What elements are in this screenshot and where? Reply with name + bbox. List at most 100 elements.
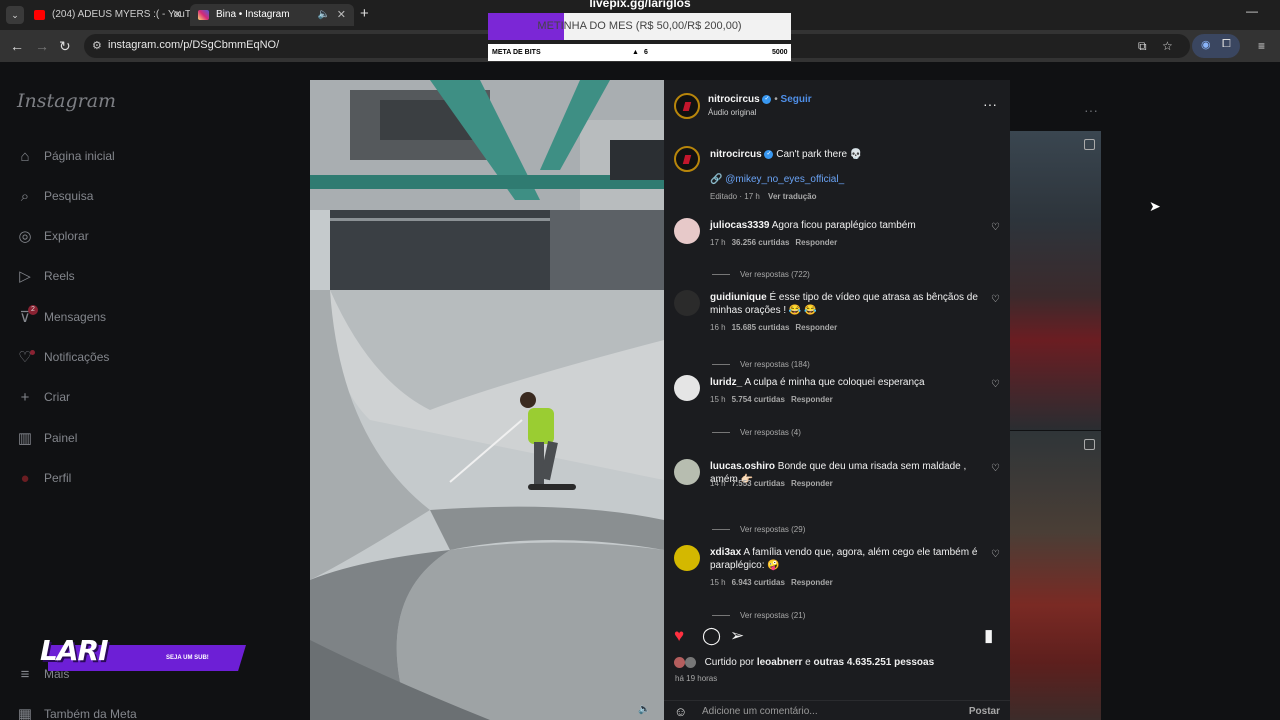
sidebar-item-label: Página inicial — [44, 149, 115, 163]
home-icon: ⌂ — [20, 147, 30, 165]
close-tab-icon[interactable]: ✕ — [337, 4, 346, 26]
save-bookmark-icon[interactable]: ▮ — [984, 626, 993, 646]
comment-likes[interactable]: 5.754 curtidas — [732, 395, 785, 404]
grid-post-thumbnail[interactable] — [1009, 131, 1101, 430]
comment-username[interactable]: juliocas3339 — [710, 220, 769, 231]
cast-icon[interactable]: ⧉ — [1138, 39, 1147, 54]
author-username[interactable]: nitrocircus — [708, 94, 760, 105]
commenter-avatar[interactable] — [674, 375, 700, 401]
comment-icon[interactable]: ◯ — [702, 626, 721, 646]
comment-like-icon[interactable]: ♡ — [991, 549, 1000, 560]
comment-likes[interactable]: 7.553 curtidas — [732, 479, 785, 488]
emoji-icon[interactable]: ☺ — [674, 704, 687, 719]
reply-button[interactable]: Responder — [791, 578, 833, 587]
reload-button[interactable]: ↻ — [59, 37, 71, 55]
reply-button[interactable]: Responder — [795, 323, 837, 332]
comment-likes[interactable]: 15.685 curtidas — [732, 323, 790, 332]
follow-button[interactable]: Seguir — [781, 94, 812, 105]
sidebar-item-create[interactable]: + Criar — [16, 386, 70, 408]
grid-post-thumbnail[interactable] — [1009, 431, 1101, 720]
post-comment-button[interactable]: Postar — [969, 706, 1000, 717]
comment-like-icon[interactable]: ♡ — [991, 463, 1000, 474]
more-options-icon[interactable]: ··· — [1084, 102, 1098, 118]
voice-icon[interactable]: ◉ — [1201, 38, 1211, 51]
comment-time: 15 h — [710, 578, 726, 587]
comment-like-icon[interactable]: ♡ — [991, 222, 1000, 233]
reply-button[interactable]: Responder — [791, 479, 833, 488]
see-translation-link[interactable]: Ver tradução — [768, 192, 816, 201]
liked-by-suffix: e — [805, 657, 811, 669]
minimize-button[interactable]: — — [1246, 4, 1258, 18]
reel-icon — [1084, 139, 1095, 150]
mention-link[interactable]: 🔗 @mikey_no_eyes_official_ — [710, 174, 844, 185]
tab-title: Bina • Instagram — [216, 9, 290, 20]
sidebar-item-search[interactable]: ⌕ Pesquisa — [16, 185, 94, 207]
view-replies-link[interactable]: Ver respostas (4) — [712, 428, 801, 437]
reply-button[interactable]: Responder — [791, 395, 833, 404]
sidebar-item-notifications[interactable]: ♡ Notificações — [16, 346, 109, 368]
comment-username[interactable]: luucas.oshiro — [710, 461, 775, 472]
comment-input[interactable]: Adicione um comentário... — [702, 706, 818, 717]
commenter-avatar[interactable] — [674, 218, 700, 244]
speaker-icon[interactable]: 🔈 — [318, 4, 330, 26]
likes-summary[interactable]: Curtido por leoabnerr e outras 4.635.251… — [674, 657, 934, 668]
like-heart-icon[interactable]: ♥ — [674, 626, 684, 646]
share-icon[interactable]: ➢ — [730, 626, 744, 646]
comment-likes[interactable]: 6.943 curtidas — [732, 578, 785, 587]
sidebar-item-dashboard[interactable]: ▥ Painel — [16, 427, 77, 449]
post-video[interactable]: 🔈 — [310, 80, 664, 720]
sidebar-item-reels[interactable]: ▷ Reels — [16, 265, 74, 287]
bookmark-star-icon[interactable]: ☆ — [1162, 39, 1173, 53]
link-icon: 🔗 — [710, 174, 723, 185]
more-options-icon[interactable]: ··· — [983, 96, 997, 112]
liked-by-others[interactable]: outras 4.635.251 pessoas — [814, 657, 935, 668]
tab-search-button[interactable]: ⌄ — [6, 6, 24, 24]
sidebar-item-explore[interactable]: ◎ Explorar — [16, 225, 88, 247]
audio-toggle-icon[interactable]: 🔈 — [638, 704, 650, 715]
commenter-avatar[interactable] — [674, 545, 700, 571]
comment-username[interactable]: guidiunique — [710, 292, 767, 303]
instagram-logo[interactable]: Instagram — [17, 90, 116, 112]
sidebar-item-messages[interactable]: ⊽ 2 Mensagens — [16, 305, 106, 328]
sidebar-item-also-from-meta[interactable]: ▦ Também da Meta — [16, 703, 137, 720]
audio-label[interactable]: Áudio original — [708, 108, 756, 117]
close-tab-icon[interactable]: ✕ — [173, 4, 182, 26]
commenter-avatar[interactable] — [674, 290, 700, 316]
caption-meta: Editado · 17 h Ver tradução — [710, 192, 817, 201]
author-avatar[interactable] — [674, 146, 700, 172]
view-replies-link[interactable]: Ver respostas (21) — [712, 611, 805, 620]
liked-by-prefix: Curtido por — [704, 657, 755, 669]
puzzle-icon[interactable]: ⧠ — [1222, 38, 1231, 51]
comment-text-block: juliocas3339 Agora ficou paraplégico tam… — [710, 219, 980, 232]
commenter-avatar[interactable] — [674, 459, 700, 485]
comment-username[interactable]: xdi3ax — [710, 547, 741, 558]
sidebar-item-profile[interactable]: ● Perfil — [16, 467, 71, 489]
comment-likes[interactable]: 36.256 curtidas — [732, 238, 790, 247]
notification-dot — [30, 350, 35, 355]
post-header: nitrocircus ✓ • Seguir — [708, 94, 812, 105]
site-info-icon[interactable]: ⚙ — [92, 39, 102, 52]
forward-button[interactable]: → — [35, 37, 49, 55]
extensions-pill[interactable]: ◉ ⧠ — [1192, 34, 1240, 58]
liked-by-user[interactable]: leoabnerr — [757, 657, 803, 668]
author-avatar[interactable] — [674, 93, 700, 119]
comment-meta: 16 h 15.685 curtidas Responder — [710, 323, 837, 332]
view-replies-link[interactable]: Ver respostas (184) — [712, 360, 810, 369]
comment-username[interactable]: luridz_ — [710, 377, 742, 388]
back-button[interactable]: ← — [10, 37, 24, 55]
view-replies-link[interactable]: Ver respostas (29) — [712, 525, 805, 534]
comment-like-icon[interactable]: ♡ — [991, 294, 1000, 305]
comment-text: A família vendo que, agora, além cego el… — [710, 547, 978, 571]
view-replies-link[interactable]: Ver respostas (722) — [712, 270, 810, 279]
tab-youtube[interactable]: (204) ADEUS MYERS :( - YouTub ✕ — [26, 4, 190, 26]
side-panel-icon[interactable]: ≡ — [1258, 37, 1265, 55]
comment-like-icon[interactable]: ♡ — [991, 379, 1000, 390]
comment-time: 16 h — [710, 323, 726, 332]
reply-button[interactable]: Responder — [795, 238, 837, 247]
subscribe-text: SEJA UM SUB! — [166, 655, 209, 661]
new-tab-button[interactable]: + — [360, 5, 369, 23]
sidebar-item-home[interactable]: ⌂ Página inicial — [16, 145, 115, 167]
sidebar-item-label: Perfil — [44, 471, 72, 485]
caption-username[interactable]: nitrocircus — [710, 149, 762, 160]
tab-instagram[interactable]: Bina • Instagram 🔈 ✕ — [190, 4, 354, 26]
